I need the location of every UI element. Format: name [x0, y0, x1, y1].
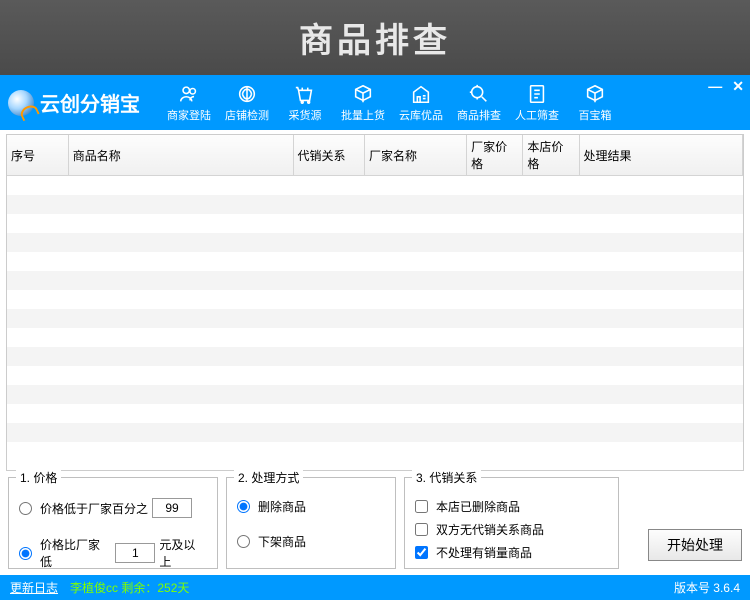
toolbox-icon — [584, 83, 606, 105]
table-row — [7, 214, 743, 233]
toolbar-label: 商家登陆 — [167, 107, 211, 123]
toolbar-label: 云库优品 — [399, 107, 443, 123]
status-bar: 更新日志 李植俊cc 剩余：252天 版本号 3.6.4 — [0, 575, 750, 600]
toolbar-label: 人工筛查 — [515, 107, 559, 123]
toolbar-toolbox[interactable]: 百宝箱 — [566, 75, 624, 130]
main-area: 序号商品名称代销关系厂家名称厂家价格本店价格处理结果 1. 价格 价格低于厂家百… — [0, 130, 750, 575]
chk-no-relation[interactable] — [415, 523, 428, 536]
logo-icon — [8, 90, 34, 116]
group-price: 1. 价格 价格低于厂家百分之 价格比厂家低 元及以上 — [8, 477, 218, 569]
title-bar: 商品排查 — [0, 0, 750, 75]
radio-price-diff[interactable] — [19, 547, 32, 560]
toolbar: 云创分销宝 商家登陆店铺检测 采货源 批量上货云库优品商品排查人工筛查 百宝箱 — ✕ — [0, 75, 750, 130]
batch-upload-icon — [352, 83, 374, 105]
column-header[interactable]: 厂家名称 — [365, 135, 467, 176]
close-icon[interactable]: ✕ — [732, 79, 744, 93]
table-row — [7, 290, 743, 309]
label-price-diff: 价格比厂家低 — [40, 536, 111, 570]
toolbar-label: 采货源 — [289, 107, 322, 123]
column-header[interactable]: 代销关系 — [293, 135, 365, 176]
chk-shop-deleted[interactable] — [415, 500, 428, 513]
table-row — [7, 195, 743, 214]
window-controls: — ✕ — [708, 79, 744, 93]
column-header[interactable]: 序号 — [7, 135, 68, 176]
column-header[interactable]: 本店价格 — [523, 135, 579, 176]
toolbar-yunku[interactable]: 云库优品 — [392, 75, 450, 130]
toolbar-shop-check[interactable]: 店铺检测 — [218, 75, 276, 130]
radio-delete-product[interactable] — [237, 500, 250, 513]
toolbar-batch-upload[interactable]: 批量上货 — [334, 75, 392, 130]
bottom-controls: 1. 价格 价格低于厂家百分之 价格比厂家低 元及以上 2. 处理方式 — [0, 471, 750, 575]
label-keep-sales: 不处理有销量商品 — [436, 544, 532, 561]
app-logo: 云创分销宝 — [8, 88, 140, 117]
data-table-wrap[interactable]: 序号商品名称代销关系厂家名称厂家价格本店价格处理结果 — [6, 134, 744, 471]
label-delete-product: 删除商品 — [258, 498, 306, 515]
toolbar-product-check[interactable]: 商品排查 — [450, 75, 508, 130]
data-table: 序号商品名称代销关系厂家名称厂家价格本店价格处理结果 — [7, 135, 743, 461]
table-row — [7, 442, 743, 461]
radio-offshelf-product[interactable] — [237, 535, 250, 548]
table-row — [7, 385, 743, 404]
radio-price-percent[interactable] — [19, 502, 32, 515]
shop-check-icon — [236, 83, 258, 105]
group-method-title: 2. 处理方式 — [234, 469, 303, 486]
label-no-relation: 双方无代销关系商品 — [436, 521, 544, 538]
table-row — [7, 423, 743, 442]
chk-keep-sales[interactable] — [415, 546, 428, 559]
product-check-icon — [468, 83, 490, 105]
column-header[interactable]: 商品名称 — [68, 135, 293, 176]
group-price-title: 1. 价格 — [16, 469, 61, 486]
table-row — [7, 328, 743, 347]
login-icon — [178, 83, 200, 105]
status-version: 版本号 3.6.4 — [674, 579, 740, 596]
table-row — [7, 233, 743, 252]
table-row — [7, 309, 743, 328]
toolbar-label: 店铺检测 — [225, 107, 269, 123]
toolbar-login[interactable]: 商家登陆 — [160, 75, 218, 130]
label-offshelf-product: 下架商品 — [258, 533, 306, 550]
column-header[interactable]: 厂家价格 — [467, 135, 523, 176]
group-relation: 3. 代销关系 本店已删除商品 双方无代销关系商品 不处理有销量商品 — [404, 477, 619, 569]
column-header[interactable]: 处理结果 — [579, 135, 743, 176]
label-price-diff-suffix: 元及以上 — [159, 536, 207, 570]
group-method: 2. 处理方式 删除商品 下架商品 — [226, 477, 396, 569]
manual-check-icon — [526, 83, 548, 105]
table-row — [7, 366, 743, 385]
toolbar-label: 百宝箱 — [579, 107, 612, 123]
logo-text: 云创分销宝 — [40, 88, 140, 117]
table-row — [7, 404, 743, 423]
minimize-icon[interactable]: — — [708, 79, 722, 93]
toolbar-manual-check[interactable]: 人工筛查 — [508, 75, 566, 130]
label-shop-deleted: 本店已删除商品 — [436, 498, 520, 515]
status-user: 李植俊cc 剩余：252天 — [70, 579, 189, 596]
input-price-diff[interactable] — [115, 543, 155, 563]
group-relation-title: 3. 代销关系 — [412, 469, 481, 486]
toolbar-source[interactable]: 采货源 — [276, 75, 334, 130]
start-process-button[interactable]: 开始处理 — [648, 529, 742, 561]
label-price-percent: 价格低于厂家百分之 — [40, 500, 148, 517]
toolbar-label: 商品排查 — [457, 107, 501, 123]
changelog-link[interactable]: 更新日志 — [10, 579, 58, 596]
table-row — [7, 347, 743, 366]
app-title: 商品排查 — [299, 13, 451, 62]
source-icon — [294, 83, 316, 105]
toolbar-label: 批量上货 — [341, 107, 385, 123]
input-price-percent[interactable] — [152, 498, 192, 518]
table-row — [7, 176, 743, 195]
yunku-icon — [410, 83, 432, 105]
table-row — [7, 252, 743, 271]
table-row — [7, 271, 743, 290]
